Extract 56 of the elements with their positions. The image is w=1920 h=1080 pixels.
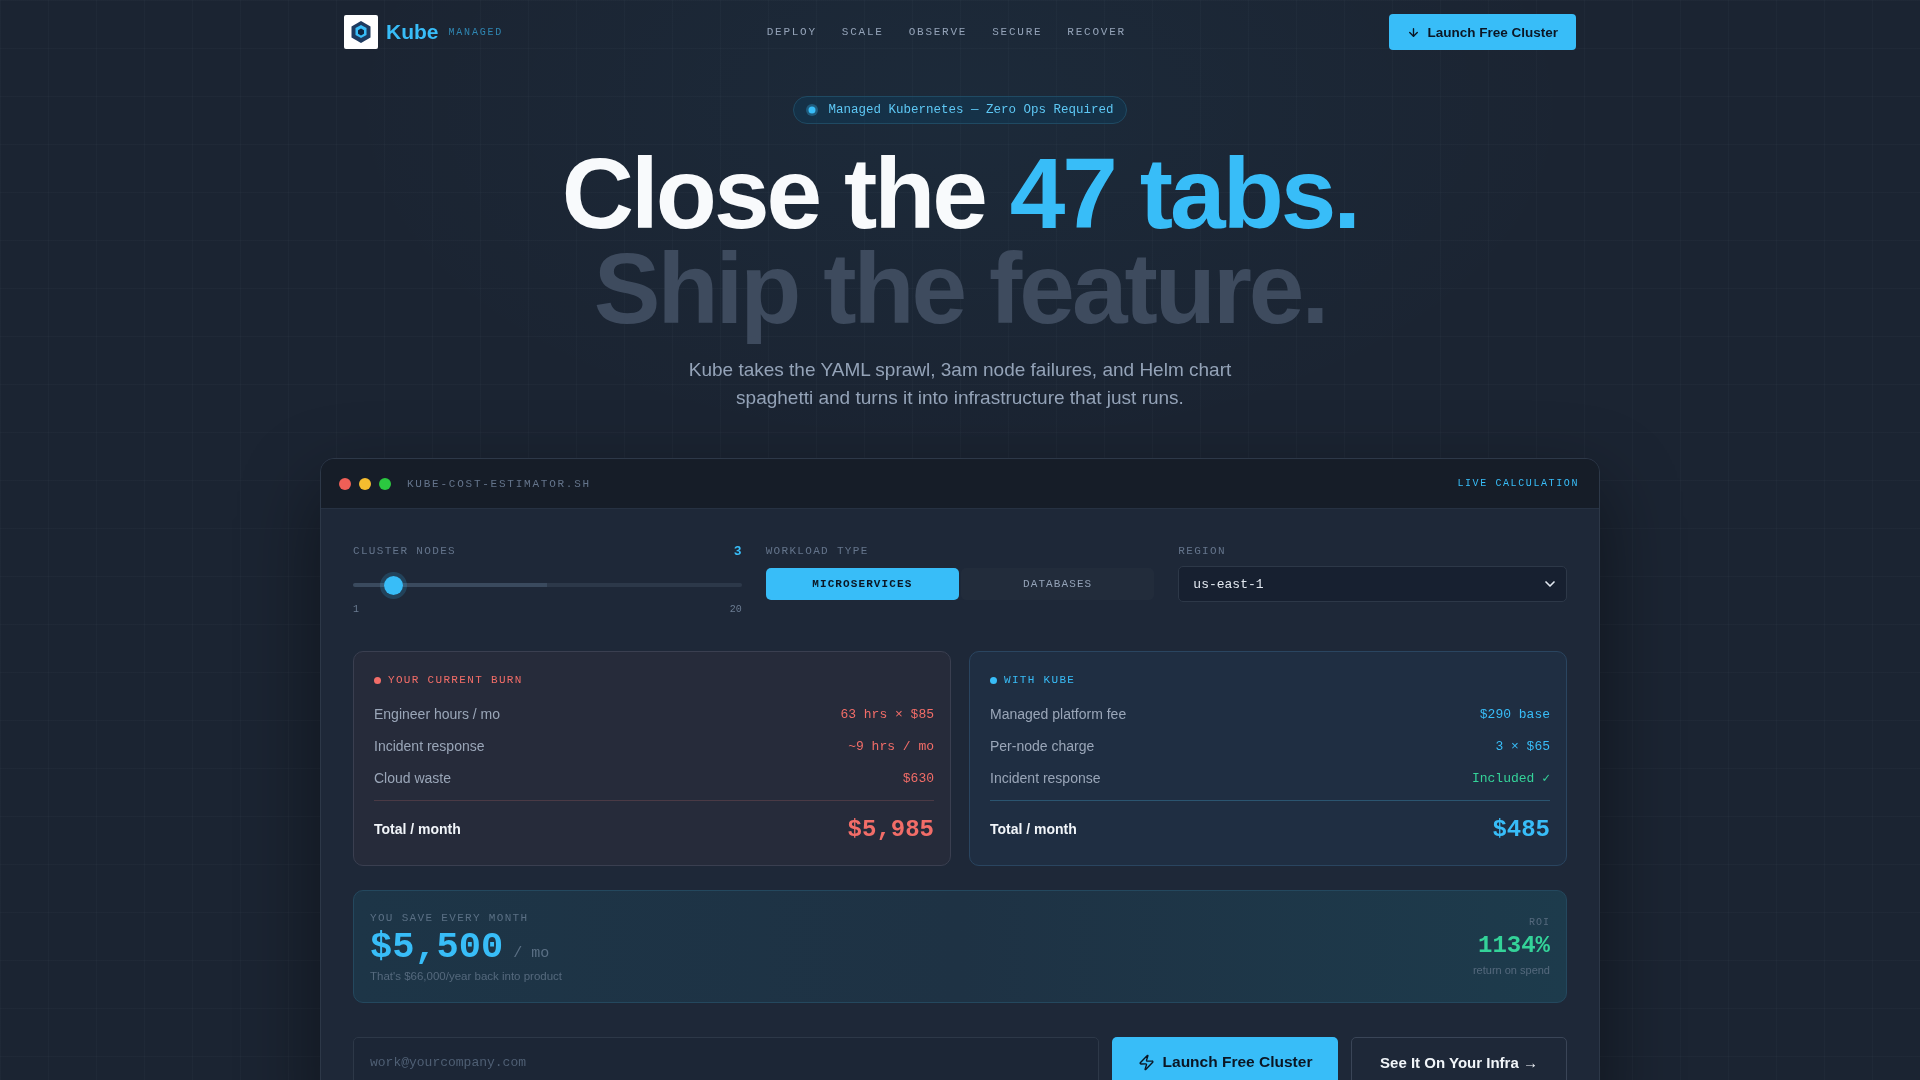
brand-name: Kube <box>386 20 439 44</box>
nav-link[interactable]: SCALE <box>841 26 884 38</box>
nav-link[interactable]: OBSERVE <box>908 26 968 38</box>
nav-link[interactable]: DEPLOY <box>766 26 817 38</box>
launch-cluster-button[interactable]: Launch Free Cluster <box>1112 1037 1338 1080</box>
workload-option[interactable]: DATABASES <box>961 568 1155 600</box>
hero-description: Kube takes the YAML sprawl, 3am node failures, and Helm chart spaghetti and turns it into infrastructure that just runs. <box>687 358 1233 410</box>
email-input[interactable]: work@yourcompany.com <box>353 1037 1099 1080</box>
cost-label: Incident response <box>990 770 1101 786</box>
brand-tag: MANAGED <box>448 26 504 38</box>
cost-value: Included ✓ <box>1471 770 1550 786</box>
launch-cluster-button[interactable]: Launch Free Cluster <box>1389 14 1576 50</box>
card-title: YOUR CURRENT BURN <box>388 674 523 686</box>
roi-label: ROI <box>1529 917 1550 928</box>
window-dots-icon <box>339 477 391 490</box>
slider-thumb[interactable] <box>380 571 408 599</box>
logo-icon <box>344 15 378 49</box>
field-label: REGION <box>1178 545 1226 557</box>
field-label: CLUSTER NODES <box>353 545 456 557</box>
slider-max: 20 <box>729 604 742 615</box>
live-status: LIVE CALCULATION <box>1457 478 1579 489</box>
total-label: Total / month <box>374 821 461 837</box>
savings-amount: $5,500 <box>370 925 504 968</box>
see-infra-button[interactable]: See It On Your Infra → <box>1351 1037 1567 1080</box>
nav-link[interactable]: SECURE <box>992 26 1043 38</box>
workload-option[interactable]: MICROSERVICES <box>765 568 959 600</box>
arrow-down-icon <box>1407 25 1421 39</box>
cost-label: Per-node charge <box>990 738 1095 754</box>
status-dot-icon <box>990 676 997 684</box>
cost-label: Cloud waste <box>374 770 452 786</box>
cost-label: Incident response <box>374 738 485 754</box>
cost-value: ~9 hrs / mo <box>848 738 934 754</box>
cost-label: Managed platform fee <box>990 706 1127 722</box>
cost-value: $290 base <box>1479 706 1550 722</box>
total-label: Total / month <box>990 821 1077 837</box>
estimator-title: KUBE-COST-ESTIMATOR.SH <box>407 477 591 490</box>
slider-min: 1 <box>353 604 359 615</box>
status-dot-icon <box>374 676 381 684</box>
cost-label: Engineer hours / mo <box>374 706 501 722</box>
cost-value: 3 × $65 <box>1495 738 1550 754</box>
lightning-icon <box>1137 1053 1155 1071</box>
card-title: WITH KUBE <box>1004 674 1076 686</box>
badge-text: Managed Kubernetes — Zero Ops Required <box>828 103 1114 117</box>
savings-unit: / mo <box>513 944 550 962</box>
cost-value: 63 hrs × $85 <box>840 706 934 722</box>
savings-label: YOU SAVE EVERY MONTH <box>370 911 530 924</box>
cost-value: $630 <box>902 770 934 786</box>
region-select[interactable]: us-east-1 <box>1178 566 1567 602</box>
total-value: $485 <box>1492 815 1550 843</box>
total-value: $5,985 <box>847 815 934 843</box>
roi-value: 1134% <box>1478 931 1550 961</box>
node-count: 3 <box>733 543 742 559</box>
field-label: WORKLOAD TYPE <box>765 545 869 557</box>
headline: Close the 47 tabs. <box>561 146 1359 241</box>
nav-link[interactable]: RECOVER <box>1067 26 1126 38</box>
status-dot-icon <box>806 104 819 116</box>
